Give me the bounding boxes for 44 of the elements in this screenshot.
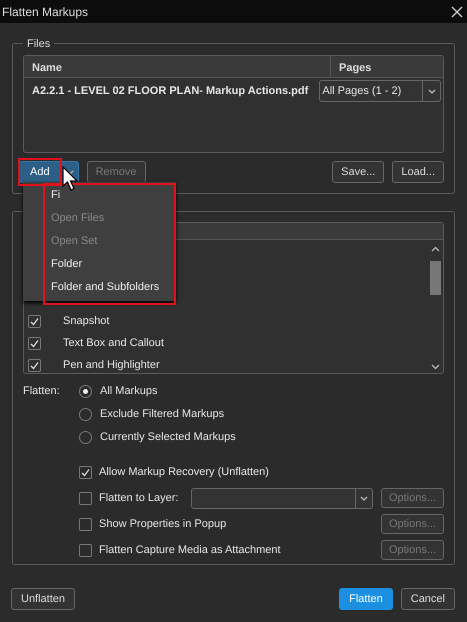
layer-select[interactable] bbox=[191, 488, 373, 508]
list-item-label: Text Box and Callout bbox=[63, 336, 164, 351]
scroll-down-icon[interactable] bbox=[429, 362, 442, 372]
checkbox[interactable] bbox=[28, 358, 41, 372]
radio-button[interactable] bbox=[79, 385, 92, 398]
column-header: Name bbox=[31, 61, 63, 76]
add-button[interactable]: Add bbox=[19, 161, 61, 183]
field-label: Flatten: bbox=[23, 384, 61, 400]
check-icon bbox=[81, 468, 90, 476]
menu-item: Open Files bbox=[50, 211, 106, 226]
list-item-label: Pen and Highlighter bbox=[63, 358, 160, 373]
list-item-label: Snapshot bbox=[63, 314, 110, 329]
cursor-icon bbox=[62, 166, 80, 192]
check-icon bbox=[30, 316, 39, 326]
checkbox[interactable] bbox=[28, 314, 41, 328]
button[interactable]: Cancel bbox=[400, 588, 455, 610]
checkbox-label: Flatten to Layer: bbox=[99, 490, 178, 506]
check-icon bbox=[30, 338, 39, 348]
button[interactable]: Unflatten bbox=[11, 588, 76, 610]
checkbox-label: Show Properties in Popup bbox=[99, 516, 226, 532]
button[interactable]: Load... bbox=[392, 161, 444, 183]
check-icon bbox=[30, 360, 39, 370]
radio-label: Currently Selected Markups bbox=[100, 430, 236, 446]
radio-label: Exclude Filtered Markups bbox=[100, 407, 224, 422]
radio-button[interactable] bbox=[79, 431, 92, 444]
checkbox[interactable] bbox=[79, 518, 92, 530]
checkbox-label: Flatten Capture Media as Attachment bbox=[99, 542, 281, 558]
scroll-thumb[interactable] bbox=[430, 260, 441, 294]
checkbox[interactable] bbox=[79, 544, 92, 556]
menu-item[interactable]: Folder and Subfolders bbox=[46, 276, 173, 299]
menu-item[interactable]: Folder bbox=[46, 253, 173, 276]
radio-label: All Markups bbox=[100, 384, 158, 400]
menu-item: Open Set bbox=[50, 234, 98, 249]
select-value: All Pages (1 - 2) bbox=[321, 84, 402, 99]
checkbox[interactable] bbox=[79, 492, 92, 504]
column-header: Pages bbox=[330, 56, 440, 77]
checkbox[interactable] bbox=[28, 336, 41, 350]
checkbox-label: Allow Markup Recovery (Unflatten) bbox=[99, 464, 269, 480]
checkbox[interactable] bbox=[79, 466, 92, 478]
close-icon[interactable] bbox=[451, 6, 463, 18]
radio-button[interactable] bbox=[79, 408, 92, 421]
window-title: Flatten Markups bbox=[2, 4, 88, 20]
button[interactable]: Save... bbox=[332, 161, 384, 183]
pages-select[interactable]: All Pages (1 - 2) bbox=[318, 80, 441, 102]
